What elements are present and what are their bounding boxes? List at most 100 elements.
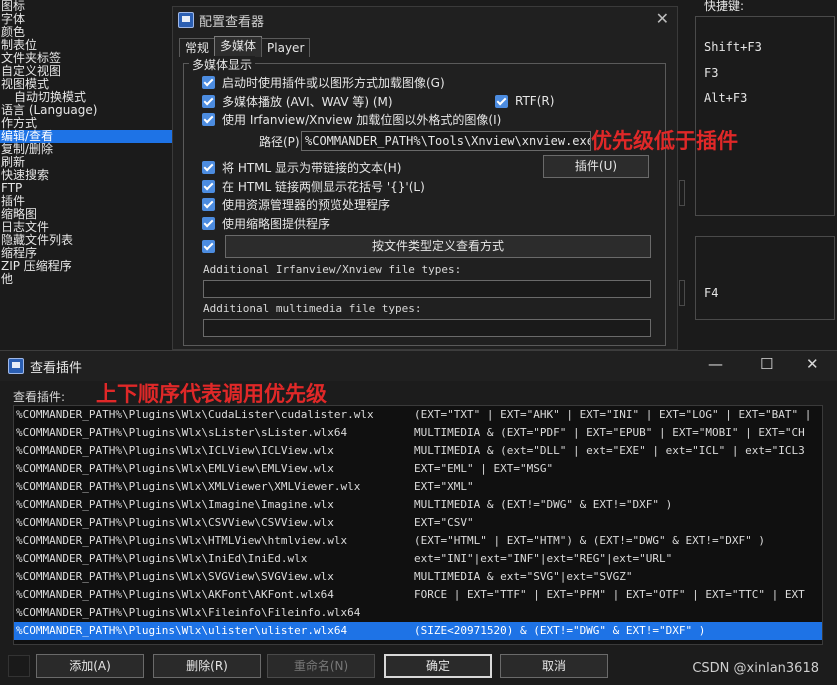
checkbox-checked-icon[interactable] xyxy=(202,160,215,174)
config-priority-note: 优先级低于插件 xyxy=(591,129,738,153)
plugin-row[interactable]: %COMMANDER_PATH%\Plugins\Wlx\CSVView\CSV… xyxy=(14,514,822,532)
checkbox-checked-icon[interactable] xyxy=(202,197,215,211)
config-titlebar[interactable]: 配置查看器 ✕ xyxy=(173,7,677,33)
checkbox-label: 使用 Irfanview/Xnview 加载位图以外格式的图像(I) xyxy=(222,112,502,127)
plugin-button[interactable]: 插件(U) xyxy=(543,155,649,178)
plugin-detect-string: MULTIMEDIA & ext="SVG"|ext="SVGZ" xyxy=(414,570,633,583)
category-item[interactable]: 他 xyxy=(0,273,172,286)
minimize-icon[interactable]: — xyxy=(708,355,723,373)
plugin-list[interactable]: %COMMANDER_PATH%\Plugins\Wlx\CudaLister\… xyxy=(13,405,823,645)
config-title: 配置查看器 xyxy=(199,15,265,30)
checkbox-html[interactable]: 将 HTML 显示为带链接的文本(H) xyxy=(202,159,401,175)
plugin-path: %COMMANDER_PATH%\Plugins\Wlx\AKFont\AKFo… xyxy=(16,588,334,601)
tab-general[interactable]: 常规 xyxy=(179,38,216,57)
plugin-detect-string: (EXT="HTML" | EXT="HTM") & (EXT!="DWG" &… xyxy=(414,534,765,547)
plugin-detect-string xyxy=(414,604,822,622)
plugin-row[interactable]: %COMMANDER_PATH%\Plugins\Wlx\CudaLister\… xyxy=(14,406,822,424)
checkbox-define-by-type[interactable] xyxy=(202,238,222,254)
app-icon xyxy=(178,12,194,28)
shortcut-3: Alt+F3 xyxy=(704,91,748,105)
shortcut-box-2 xyxy=(695,236,835,320)
checkbox-label: 在 HTML 链接两侧显示花括号 '{}'(L) xyxy=(222,179,425,194)
checkbox-checked-icon[interactable] xyxy=(202,112,215,126)
checkbox-irfanview[interactable]: 使用 Irfanview/Xnview 加载位图以外格式的图像(I) xyxy=(202,111,501,127)
ok-button[interactable]: 确定 xyxy=(384,654,492,678)
shortcut-header: 快捷键: xyxy=(704,0,745,13)
path-input[interactable]: %COMMANDER_PATH%\Tools\Xnview\xnview.exe xyxy=(301,131,591,151)
category-item[interactable]: 图标 xyxy=(0,0,172,13)
plugin-path: %COMMANDER_PATH%\Plugins\Wlx\ulister\uli… xyxy=(16,624,348,637)
viewer-plugins-dialog: 查看插件 — ☐ ✕ 查看插件: 上下顺序代表调用优先级 %COMMANDER_… xyxy=(0,350,837,685)
checkbox-checked-icon[interactable] xyxy=(202,75,215,89)
checkbox-rtf[interactable]: RTF(R) xyxy=(495,93,554,109)
watermark: CSDN @xinlan3618 xyxy=(692,661,819,676)
checkbox-checked-icon[interactable] xyxy=(202,179,215,193)
category-item[interactable]: FTP xyxy=(0,182,172,195)
checkbox-thumbnail[interactable]: 使用缩略图提供程序 xyxy=(202,215,330,231)
shortcut-1: Shift+F3 xyxy=(704,40,762,54)
plugins-titlebar[interactable]: 查看插件 — ☐ ✕ xyxy=(0,351,837,381)
plugin-detect-string: EXT="EML" | EXT="MSG" xyxy=(414,462,554,475)
shortcut-4: F4 xyxy=(704,286,719,300)
app-icon xyxy=(8,358,24,374)
checkbox-checked-icon[interactable] xyxy=(202,239,215,253)
checkbox-checked-icon[interactable] xyxy=(202,94,215,108)
plugin-detect-string: (EXT="TXT" | EXT="AHK" | EXT="INI" | EXT… xyxy=(414,408,812,421)
plugin-row[interactable]: %COMMANDER_PATH%\Plugins\Wlx\ICLView\ICL… xyxy=(14,442,822,460)
category-item[interactable]: 字体 xyxy=(0,13,172,26)
irfan-types-label: Additional Irfanview/Xnview file types: xyxy=(203,263,462,276)
plugin-path: %COMMANDER_PATH%\Plugins\Wlx\EMLView\EML… xyxy=(16,462,334,475)
plugin-detect-string: MULTIMEDIA & (ext="DLL" | ext="EXE" | ex… xyxy=(414,444,805,457)
plugin-row[interactable]: %COMMANDER_PATH%\Plugins\Wlx\SVGView\SVG… xyxy=(14,568,822,586)
plugin-row[interactable]: %COMMANDER_PATH%\Plugins\Wlx\Fileinfo\Fi… xyxy=(14,604,822,622)
bg-edge-2 xyxy=(679,280,685,306)
delete-button[interactable]: 删除(R) xyxy=(153,654,261,678)
irfan-types-input[interactable] xyxy=(203,280,651,298)
plugin-row[interactable]: %COMMANDER_PATH%\Plugins\Wlx\sLister\sLi… xyxy=(14,424,822,442)
plugin-path: %COMMANDER_PATH%\Plugins\Wlx\ICLView\ICL… xyxy=(16,444,334,457)
settings-category-list[interactable]: 图标 字体 颜色 制表位 文件夹标签 自定义视图 视图模式 自动切换模式 语言 (Languag… xyxy=(0,0,172,290)
checkbox-load-images[interactable]: 启动时使用插件或以图形方式加载图像(G) xyxy=(202,74,445,90)
plugin-detect-string: MULTIMEDIA & (EXT!="DWG" & EXT!="DXF" ) xyxy=(414,498,673,511)
plugin-path: %COMMANDER_PATH%\Plugins\Wlx\XMLViewer\X… xyxy=(16,480,361,493)
define-by-filetype-button[interactable]: 按文件类型定义查看方式 xyxy=(225,235,651,258)
plugin-path: %COMMANDER_PATH%\Plugins\Wlx\Imagine\Ima… xyxy=(16,498,334,511)
checkbox-label: 启动时使用插件或以图形方式加载图像(G) xyxy=(222,75,445,90)
checkbox-label: 将 HTML 显示为带链接的文本(H) xyxy=(222,160,402,175)
plugin-row[interactable]: %COMMANDER_PATH%\Plugins\Wlx\AKFont\AKFo… xyxy=(14,586,822,604)
cancel-button[interactable]: 取消 xyxy=(500,654,608,678)
maximize-icon[interactable]: ☐ xyxy=(760,355,773,373)
checkbox-multimedia[interactable]: 多媒体播放 (AVI、WAV 等) (M) xyxy=(202,93,393,109)
close-icon[interactable]: ✕ xyxy=(806,355,819,373)
plugin-row[interactable]: %COMMANDER_PATH%\Plugins\Wlx\XMLViewer\X… xyxy=(14,478,822,496)
close-icon[interactable]: ✕ xyxy=(656,9,669,28)
category-item[interactable]: 复制/删除 xyxy=(0,143,172,156)
plugin-row[interactable]: %COMMANDER_PATH%\Plugins\Wlx\Imagine\Ima… xyxy=(14,496,822,514)
checkbox-explorer-preview[interactable]: 使用资源管理器的预览处理程序 xyxy=(202,196,390,212)
checkbox-braces[interactable]: 在 HTML 链接两侧显示花括号 '{}'(L) xyxy=(202,178,425,194)
plugin-detect-string: (SIZE<20971520) & (EXT!="DWG" & EXT!="DX… xyxy=(414,624,706,637)
plugin-path: %COMMANDER_PATH%\Plugins\Wlx\IniEd\IniEd… xyxy=(16,552,308,565)
checkbox-checked-icon[interactable] xyxy=(495,94,508,108)
shortcut-2: F3 xyxy=(704,66,719,80)
tab-player[interactable]: Player xyxy=(261,38,311,57)
plugin-row[interactable]: %COMMANDER_PATH%\Plugins\Wlx\ulister\uli… xyxy=(14,622,822,640)
plugin-detect-string: EXT="CSV" xyxy=(414,516,474,529)
plugin-list-label: 查看插件: xyxy=(13,390,66,404)
rename-button[interactable]: 重命名(N) xyxy=(267,654,375,678)
category-item[interactable]: 快速搜索 xyxy=(0,169,172,182)
category-item[interactable]: ZIP 压缩程序 xyxy=(0,260,172,273)
multimedia-types-input[interactable] xyxy=(203,319,651,337)
plugin-detect-string: EXT="XML" xyxy=(414,480,474,493)
background-shortcut-panel: 快捷键: Shift+F3 F3 Alt+F3 F4 xyxy=(678,0,837,350)
plugin-path: %COMMANDER_PATH%\Plugins\Wlx\CudaLister\… xyxy=(16,408,374,421)
add-button[interactable]: 添加(A) xyxy=(36,654,144,678)
resize-grip[interactable] xyxy=(8,655,30,677)
tab-multimedia[interactable]: 多媒体 xyxy=(214,36,263,57)
checkbox-checked-icon[interactable] xyxy=(202,216,215,230)
plugin-row[interactable]: %COMMANDER_PATH%\Plugins\Wlx\EMLView\EML… xyxy=(14,460,822,478)
group-title: 多媒体显示 xyxy=(189,56,256,73)
plugin-row[interactable]: %COMMANDER_PATH%\Plugins\Wlx\IniEd\IniEd… xyxy=(14,550,822,568)
plugin-detect-string: FORCE | EXT="TTF" | EXT="PFM" | EXT="OTF… xyxy=(414,588,805,601)
plugin-row[interactable]: %COMMANDER_PATH%\Plugins\Wlx\HTMLView\ht… xyxy=(14,532,822,550)
